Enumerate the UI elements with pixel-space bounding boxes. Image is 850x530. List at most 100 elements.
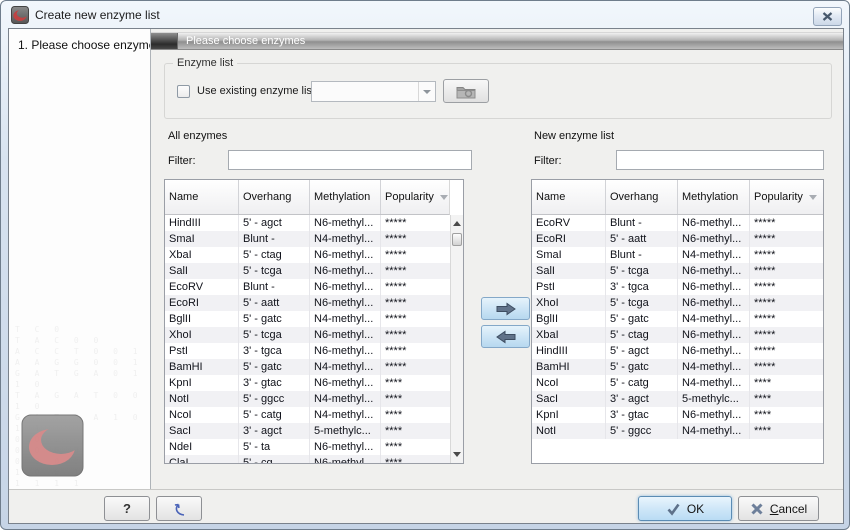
reset-button[interactable]	[156, 496, 202, 521]
table-cell: 5' - agct	[239, 215, 310, 231]
table-cell: *****	[381, 295, 450, 311]
table-cell: 5' - ta	[239, 439, 310, 455]
browse-button[interactable]	[443, 79, 489, 103]
help-button[interactable]: ?	[104, 496, 150, 521]
table-row[interactable]: ClaI5' - cgN6-methyl...****	[165, 455, 450, 463]
table-row[interactable]: XbaI5' - ctagN6-methyl...*****	[165, 247, 450, 263]
column-header-popularity[interactable]: Popularity	[750, 180, 823, 214]
table-row[interactable]: BglII5' - gatcN4-methyl...*****	[532, 311, 823, 327]
sort-descending-icon	[809, 195, 817, 200]
new-enzyme-list-title: New enzyme list	[534, 130, 614, 142]
table-cell: N6-methyl...	[310, 263, 381, 279]
table-row[interactable]: XhoI5' - tcgaN6-methyl...*****	[532, 295, 823, 311]
title-bar[interactable]: Create new enzyme list	[1, 1, 849, 28]
table-row[interactable]: BglII5' - gatcN4-methyl...*****	[165, 311, 450, 327]
table-row[interactable]: KpnI3' - gtacN6-methyl...****	[532, 407, 823, 423]
column-header-methylation[interactable]: Methylation	[310, 180, 381, 214]
table-cell: N4-methyl...	[678, 375, 750, 391]
close-button[interactable]	[813, 7, 842, 26]
column-header-overhang[interactable]: Overhang	[606, 180, 678, 214]
table-cell: XbaI	[165, 247, 239, 263]
left-filter-input[interactable]	[228, 150, 472, 170]
table-cell: 3' - tgca	[239, 343, 310, 359]
table-cell: ClaI	[165, 455, 239, 463]
table-row[interactable]: XhoI5' - tcgaN6-methyl...*****	[165, 327, 450, 343]
table-row[interactable]: SacI3' - agct5-methylc...****	[165, 423, 450, 439]
table-cell: N4-methyl...	[678, 359, 750, 375]
table-row[interactable]: XbaI5' - ctagN6-methyl...*****	[532, 327, 823, 343]
ok-label: OK	[687, 502, 704, 516]
table-cell: BamHI	[165, 359, 239, 375]
table-row[interactable]: EcoRVBlunt -N6-methyl...*****	[165, 279, 450, 295]
table-header-row[interactable]: NameOverhangMethylation Popularity	[165, 180, 450, 215]
column-header-label: Methylation	[682, 181, 738, 214]
table-row[interactable]: EcoRI5' - aattN6-methyl...*****	[165, 295, 450, 311]
table-row[interactable]: BamHI5' - gatcN4-methyl...*****	[165, 359, 450, 375]
table-cell: SmaI	[165, 231, 239, 247]
dialog-client-area: 1. Please choose enzymes T C 0T A C 0 0A…	[8, 28, 844, 524]
column-header-popularity[interactable]: Popularity	[381, 180, 449, 214]
table-cell: NdeI	[165, 439, 239, 455]
table-cell: *****	[381, 215, 450, 231]
enzyme-list-combobox[interactable]	[311, 81, 436, 102]
cancel-button[interactable]: Cancel	[738, 496, 819, 521]
table-row[interactable]: PstI3' - tgcaN6-methyl...*****	[532, 279, 823, 295]
remove-enzyme-button[interactable]	[481, 325, 530, 348]
right-filter-input[interactable]	[616, 150, 824, 170]
column-header-methylation[interactable]: Methylation	[678, 180, 750, 214]
table-row[interactable]: SalI5' - tcgaN6-methyl...*****	[532, 263, 823, 279]
add-enzyme-button[interactable]	[481, 297, 530, 320]
table-cell: BamHI	[532, 359, 606, 375]
folder-icon	[456, 84, 476, 99]
all-enzymes-table[interactable]: NameOverhangMethylation Popularity HindII…	[164, 179, 464, 464]
table-row[interactable]: HindIII5' - agctN6-methyl...*****	[532, 343, 823, 359]
table-row[interactable]: NcoI5' - catgN4-methyl...****	[165, 407, 450, 423]
table-row[interactable]: NotI5' - ggccN4-methyl...****	[165, 391, 450, 407]
table-cell: NotI	[165, 391, 239, 407]
table-row[interactable]: NdeI5' - taN6-methyl...****	[165, 439, 450, 455]
table-cell: SacI	[532, 391, 606, 407]
table-cell: KpnI	[165, 375, 239, 391]
table-row[interactable]: NcoI5' - catgN4-methyl...****	[532, 375, 823, 391]
table-cell: *****	[750, 359, 823, 375]
table-row[interactable]: KpnI3' - gtacN6-methyl...****	[165, 375, 450, 391]
table-header-row[interactable]: NameOverhangMethylation Popularity	[532, 180, 823, 215]
scroll-up-button[interactable]	[451, 217, 463, 230]
table-row[interactable]: NotI5' - ggccN4-methyl...****	[532, 423, 823, 439]
scrollbar-thumb[interactable]	[452, 233, 462, 246]
table-cell: 3' - gtac	[606, 407, 678, 423]
table-cell: N4-methyl...	[678, 247, 750, 263]
column-header-name[interactable]: Name	[532, 180, 606, 214]
column-header-label: Methylation	[314, 181, 370, 214]
table-row[interactable]: EcoRVBlunt -N6-methyl...*****	[532, 215, 823, 231]
table-cell: EcoRI	[165, 295, 239, 311]
table-row[interactable]: SmaIBlunt -N4-methyl...*****	[532, 247, 823, 263]
table-row[interactable]: SacI3' - agct5-methylc...****	[532, 391, 823, 407]
table-cell: 5' - gatc	[239, 359, 310, 375]
checkmark-icon	[666, 502, 681, 516]
close-icon	[822, 12, 833, 21]
table-row[interactable]: PstI3' - tgcaN6-methyl...*****	[165, 343, 450, 359]
column-header-overhang[interactable]: Overhang	[239, 180, 310, 214]
wizard-step-label: 1. Please choose enzymes	[18, 38, 151, 52]
table-row[interactable]: EcoRI5' - aattN6-methyl...*****	[532, 231, 823, 247]
sort-descending-icon	[440, 195, 448, 200]
use-existing-list-checkbox[interactable]	[177, 85, 190, 98]
clc-watermark-logo	[21, 414, 84, 477]
new-enzyme-list-table[interactable]: NameOverhangMethylationPopularity EcoRVB…	[531, 179, 824, 464]
ok-button[interactable]: OK	[638, 496, 732, 521]
header-accent-block	[151, 33, 178, 49]
footer-bar: ? OK Cancel	[9, 489, 843, 523]
table-cell: 3' - agct	[239, 423, 310, 439]
table-cell: 3' - tgca	[606, 279, 678, 295]
table-row[interactable]: BamHI5' - gatcN4-methyl...*****	[532, 359, 823, 375]
scroll-down-button[interactable]	[451, 448, 463, 461]
table-row[interactable]: SalI5' - tcgaN6-methyl...*****	[165, 263, 450, 279]
table-cell: EcoRV	[532, 215, 606, 231]
vertical-scrollbar[interactable]	[450, 215, 463, 463]
combobox-dropdown-zone[interactable]	[418, 82, 435, 101]
table-cell: 5' - ctag	[606, 327, 678, 343]
table-row[interactable]: SmaIBlunt -N4-methyl...*****	[165, 231, 450, 247]
column-header-name[interactable]: Name	[165, 180, 239, 214]
table-row[interactable]: HindIII5' - agctN6-methyl...*****	[165, 215, 450, 231]
